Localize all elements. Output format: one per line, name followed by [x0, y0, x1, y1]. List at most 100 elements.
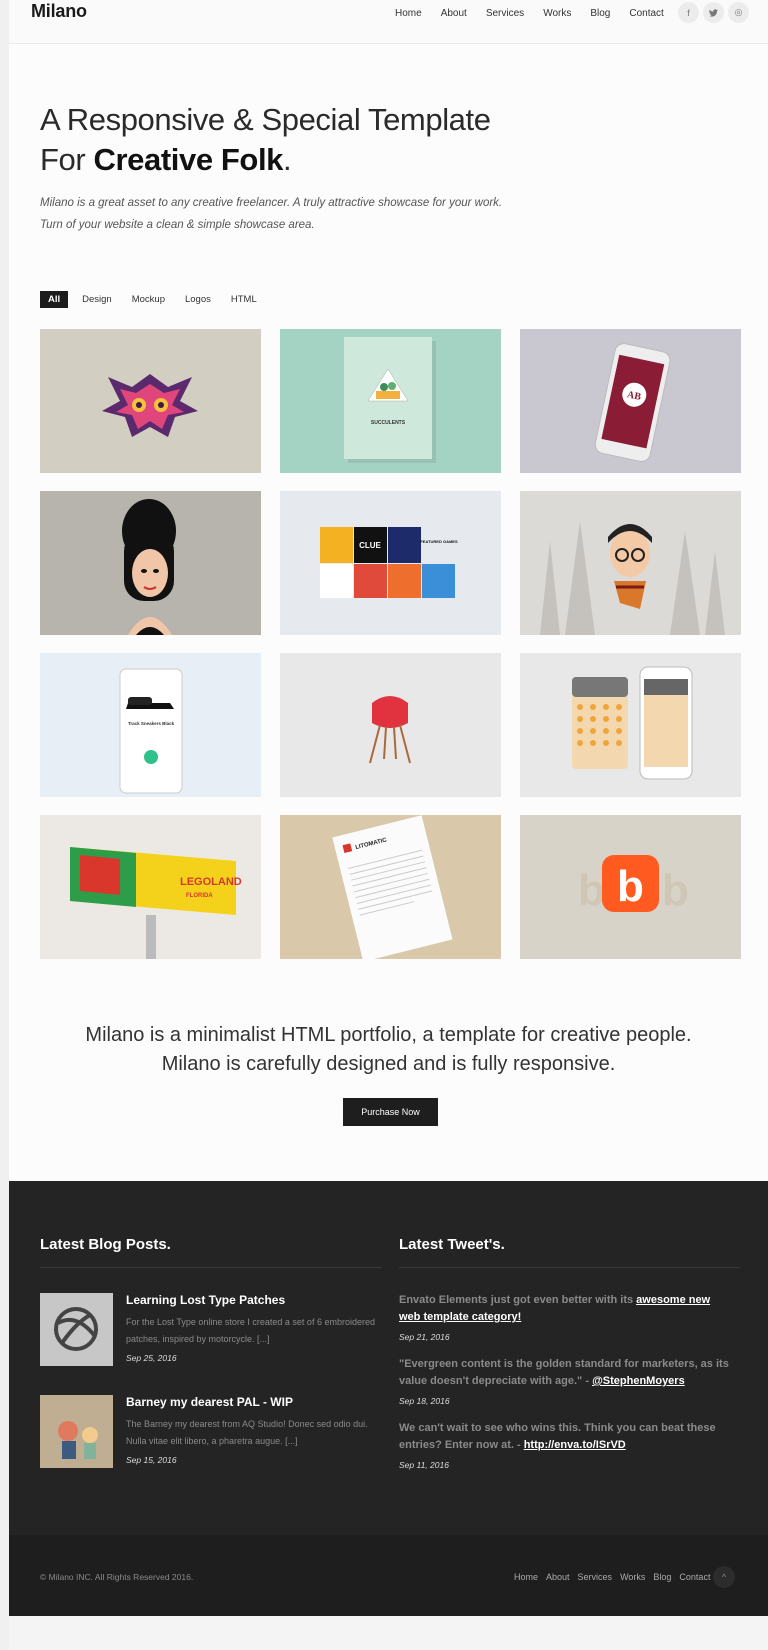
barney-illustration [58, 1421, 98, 1459]
blog-post-date-2: Sep 15, 2016 [126, 1455, 177, 1465]
left-edge [0, 0, 9, 1650]
portfolio-item-calculator[interactable] [520, 653, 741, 797]
portfolio-item-succulents[interactable]: SUCCULENTS [280, 329, 501, 473]
hero-subtitle: Milano is a great asset to any creative … [40, 192, 520, 236]
facebook-icon[interactable]: f [678, 2, 699, 23]
legoland-label: LEGOLAND [180, 876, 242, 888]
letterhead-mockup: LITOMATIC [332, 815, 453, 959]
hero-title-bold: Creative Folk [93, 142, 284, 177]
footer-nav-works[interactable]: Works [620, 1572, 645, 1582]
footer-widgets: Latest Blog Posts. Learning Lost Type Pa… [9, 1181, 768, 1535]
site-header: Milano Home About Services Works Blog Co… [9, 0, 768, 44]
portfolio-item-mask[interactable] [40, 329, 261, 473]
blog-post-title-1[interactable]: Learning Lost Type Patches [126, 1293, 285, 1307]
portfolio-item-amy[interactable] [40, 491, 261, 635]
clue-label: CLUE [359, 541, 381, 550]
b-logo: b b b [578, 855, 689, 915]
nav-blog[interactable]: Blog [590, 8, 610, 19]
hero-subtitle-line2: Turn of your website a clean & simple sh… [40, 219, 315, 231]
tweets-divider [399, 1267, 740, 1268]
footer-nav-services[interactable]: Services [578, 1572, 613, 1582]
sneaker-app: Track Sneakers Black [119, 668, 183, 794]
portfolio-item-chair[interactable] [280, 653, 501, 797]
billboard-mockup: LEGOLAND FLORIDA [70, 847, 242, 959]
b-ghost-left: b [578, 866, 605, 915]
twitter-icon[interactable] [703, 2, 724, 23]
filter-html[interactable]: HTML [231, 294, 257, 305]
nav-about[interactable]: About [441, 8, 467, 19]
filter-design[interactable]: Design [82, 294, 112, 305]
phone-mockup: AB [594, 343, 671, 462]
blog-divider [40, 1267, 381, 1268]
dribbble-icon[interactable]: ◎ [728, 2, 749, 23]
calculator-app [572, 666, 693, 780]
footer-nav-blog[interactable]: Blog [653, 1572, 671, 1582]
tweet-3-link[interactable]: http://enva.to/ISrVD [524, 1439, 626, 1451]
footer-nav-home[interactable]: Home [514, 1572, 538, 1582]
hero-title-prefix: For [40, 142, 94, 177]
portfolio-filters: All Design Mockup Logos HTML [40, 291, 277, 308]
tweet-2-link[interactable]: @StephenMoyers [592, 1375, 685, 1387]
chair-illustration [369, 696, 411, 764]
portrait-illustration [122, 499, 176, 635]
sneaker-label: Track Sneakers Black [128, 721, 175, 726]
about-text: Milano is a minimalist HTML portfolio, a… [9, 1021, 768, 1079]
social-links: f ◎ [678, 2, 749, 23]
footer-nav-about[interactable]: About [546, 1572, 570, 1582]
portfolio-item-wizard[interactable] [520, 491, 741, 635]
footer-nav-contact[interactable]: Contact [679, 1572, 710, 1582]
succulents-poster: SUCCULENTS [344, 337, 436, 463]
wizard-illustration [540, 521, 725, 635]
footer-nav: Home About Services Works Blog Contact [514, 1572, 718, 1582]
b-logo-letter: b [617, 862, 644, 911]
portfolio-item-legoland[interactable]: LEGOLAND FLORIDA [40, 815, 261, 959]
florida-label: FLORIDA [186, 893, 213, 899]
copyright: © Milano INC. All Rights Reserved 2016. [40, 1572, 194, 1582]
hero-title-suffix: . [283, 142, 292, 177]
b-ghost-right: b [662, 866, 689, 915]
tweet-2: "Evergreen content is the golden standar… [399, 1356, 729, 1390]
nav-home[interactable]: Home [395, 8, 422, 19]
blog-post-excerpt-2: The Barney my dearest from AQ Studio! Do… [126, 1419, 368, 1446]
nav-works[interactable]: Works [543, 8, 571, 19]
portfolio-item-games[interactable]: CLUE FEATURED GAMES [280, 491, 501, 635]
blog-thumb-barney[interactable] [40, 1395, 113, 1468]
tweet-3-date: Sep 11, 2016 [399, 1460, 449, 1470]
tweets-heading: Latest Tweet's. [399, 1236, 505, 1253]
tweet-1: Envato Elements just got even better wit… [399, 1292, 729, 1326]
nav-services[interactable]: Services [486, 8, 524, 19]
tweet-2-date: Sep 18, 2016 [399, 1396, 450, 1406]
purchase-now-button[interactable]: Purchase Now [343, 1098, 438, 1126]
succulents-label: SUCCULENTS [371, 420, 406, 426]
nav-contact[interactable]: Contact [629, 8, 663, 19]
about-line1: Milano is a minimalist HTML portfolio, a… [85, 1024, 692, 1046]
hero-subtitle-line1: Milano is a great asset to any creative … [40, 197, 503, 209]
blog-heading: Latest Blog Posts. [40, 1236, 171, 1253]
hero-title-line2: For Creative Folk. [40, 140, 520, 180]
game-cards: CLUE FEATURED GAMES [320, 527, 458, 598]
filter-logos[interactable]: Logos [185, 294, 211, 305]
featured-label: FEATURED GAMES [420, 539, 458, 544]
blog-post-date-1: Sep 25, 2016 [126, 1353, 177, 1363]
tweet-3: We can't wait to see who wins this. Thin… [399, 1420, 729, 1454]
portfolio-item-phone-ab[interactable]: AB [520, 329, 741, 473]
portfolio-item-b-logo[interactable]: b b b [520, 815, 741, 959]
filter-all[interactable]: All [40, 291, 69, 308]
hero-title: A Responsive & Special Template For Crea… [40, 100, 520, 180]
site-logo[interactable]: Milano [31, 1, 87, 22]
page: Milano Home About Services Works Blog Co… [9, 0, 768, 1616]
about-line2: Milano is carefully designed and is full… [161, 1053, 616, 1075]
tweet-1-date: Sep 21, 2016 [399, 1332, 450, 1342]
filter-mockup[interactable]: Mockup [132, 294, 165, 305]
main-nav: Home About Services Works Blog Contact [395, 8, 683, 19]
portfolio-item-sneaker-app[interactable]: Track Sneakers Black [40, 653, 261, 797]
portfolio-item-letterhead[interactable]: LITOMATIC [280, 815, 501, 959]
back-to-top-icon[interactable]: ^ [713, 1566, 735, 1588]
mask-illustration [102, 374, 198, 437]
blog-post-title-2[interactable]: Barney my dearest PAL - WIP [126, 1395, 293, 1409]
knot-icon [54, 1307, 98, 1351]
blog-post-excerpt-1: For the Lost Type online store I created… [126, 1317, 375, 1344]
blog-thumb-patches[interactable] [40, 1293, 113, 1366]
hero-title-line1: A Responsive & Special Template [40, 102, 491, 137]
bottom-bar: © Milano INC. All Rights Reserved 2016. … [9, 1535, 768, 1616]
